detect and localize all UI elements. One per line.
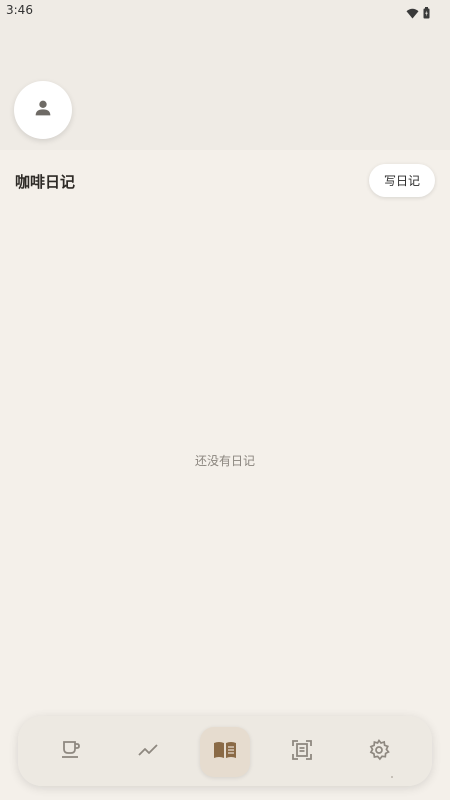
- nav-item-diary[interactable]: [200, 727, 250, 777]
- bottom-nav: [18, 716, 432, 786]
- open-book-icon: [212, 738, 238, 766]
- avatar-button[interactable]: [14, 81, 72, 139]
- nav-item-scan[interactable]: [277, 727, 327, 777]
- trend-chart-icon: [136, 738, 160, 766]
- header-background: [0, 0, 450, 150]
- gear-icon: [367, 738, 391, 766]
- coffee-cup-icon: [59, 738, 83, 766]
- empty-state-text: 还没有日记: [194, 454, 255, 468]
- nav-indicator-dot: [391, 776, 393, 778]
- nav-item-settings[interactable]: [354, 727, 404, 777]
- status-bar: 3:46: [0, 0, 450, 22]
- page-title: 咖啡日记: [15, 173, 76, 191]
- status-icons: [406, 4, 430, 23]
- write-diary-button[interactable]: 写日记: [369, 164, 435, 197]
- person-icon: [32, 97, 54, 123]
- nav-item-coffee[interactable]: [46, 727, 96, 777]
- wifi-icon: [406, 4, 419, 23]
- status-time: 3:46: [6, 3, 33, 17]
- nav-item-stats[interactable]: [123, 727, 173, 777]
- scan-document-icon: [290, 738, 314, 766]
- battery-icon: [423, 4, 430, 23]
